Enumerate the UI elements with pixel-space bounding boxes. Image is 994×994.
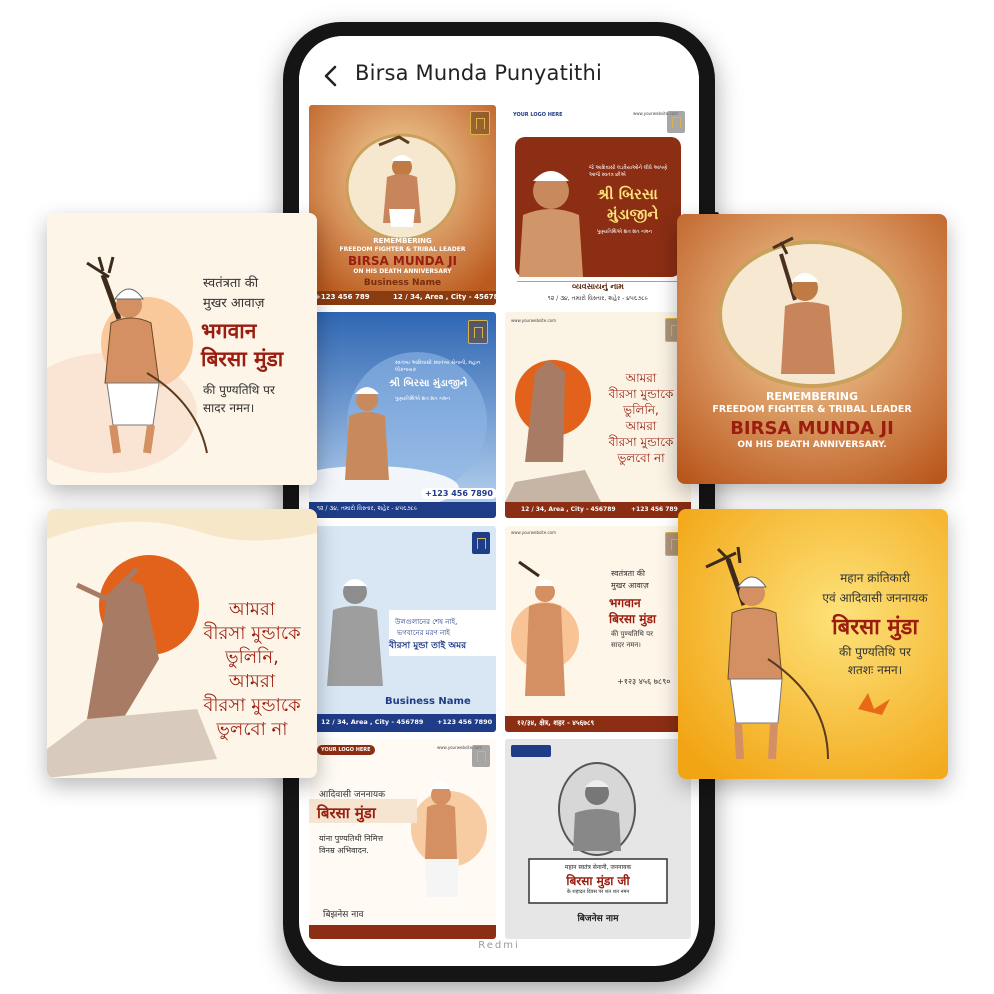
template-tile-8[interactable]: महान स्वतंत्र सेनानी, जननायक बिरसा मुंडा… — [505, 739, 691, 939]
tile-2-business: વ્યવસાયનું નામ — [572, 282, 624, 291]
tile-1-name: BIRSA MUNDA JI — [347, 254, 458, 268]
featured-card-2[interactable]: REMEMBERING FREEDOM FIGHTER & TRIBAL LEA… — [677, 214, 947, 484]
bookmark-icon[interactable] — [667, 111, 685, 133]
tile-6-line1: स्वतंत्रता की — [611, 569, 645, 578]
tile-6-address: १२/३४, क्षेत्र, शहर - ४५६७८९ — [517, 719, 595, 727]
tile-4-line6: ভুলবো না — [617, 451, 665, 465]
card-1-line3: भगवान — [201, 319, 257, 343]
tile-1-line2: FREEDOM FIGHTER & TRIBAL LEADER — [339, 246, 466, 253]
tile-8-artwork — [505, 739, 691, 939]
tile-7-business: बिझनेस नाव — [323, 910, 364, 920]
tile-8-line1: महान स्वतंत्र सेनानी, जननायक — [564, 864, 632, 871]
card-4-line5: शतशः नमन। — [847, 663, 903, 677]
tile-3-tribute: પુણ્યતિથિએ શત શત નમન — [395, 396, 451, 402]
template-tile-5[interactable]: উলগুলানের শেষ নাই, ভগবানের মরণ নাই বীরসা… — [309, 526, 496, 732]
template-tile-2[interactable]: YOUR LOGO HERE www.yourwebsite.com જે આદ… — [505, 105, 691, 305]
tile-5-phone: +123 456 7890 — [437, 718, 493, 726]
tile-6-line5: की पुण्यतिथि पर — [611, 630, 653, 638]
template-tile-3[interactable]: સ્વતંત્ર્ય આદિવાસી સ્વાતંત્ર્ય સેનાની, મ… — [309, 312, 496, 518]
tile-7-line4: विनम्र अभिवादन. — [319, 846, 369, 855]
tile-6-website: www.yourwebsite.com — [511, 530, 557, 535]
tile-7-line2: बिरसा मुंडा — [317, 804, 376, 822]
tile-6-line3: भगवान — [609, 596, 641, 610]
tile-8-business: बिजनेस नाम — [577, 914, 619, 924]
card-4-line4: की पुण्यतिथि पर — [839, 645, 911, 659]
bookmark-icon[interactable] — [470, 111, 490, 135]
featured-card-3[interactable]: আমরা বীরসা মুন্ডাকে ভুলিনি, আমরা বীরসা ম… — [47, 509, 317, 778]
tile-6-line2: मुखर आवाज़ — [611, 581, 649, 590]
tile-1-line3: ON HIS DEATH ANNIVERSARY — [353, 268, 452, 275]
tile-7-logo: YOUR LOGO HERE — [317, 745, 375, 755]
card-2-line1: REMEMBERING — [765, 390, 859, 403]
tile-2-address: ૧૨ / ૩૪, તમારો વિસ્તાર, શહેર - ૪૫૬૭૮૯ — [547, 295, 649, 302]
featured-card-4[interactable]: महान क्रांतिकारी एवं आदिवासी जननायक बिरस… — [678, 509, 948, 779]
bookmark-icon[interactable] — [511, 745, 551, 757]
tile-2-logo: YOUR LOGO HERE — [513, 112, 563, 118]
template-tile-6[interactable]: www.yourwebsite.com स्वतंत्रता की मुखर आ… — [505, 526, 691, 732]
app-header: Birsa Munda Punyatithi — [299, 36, 699, 106]
phone-frame: Birsa Munda Punyatithi REMEMBERING FREED… — [283, 22, 719, 982]
back-arrow-icon[interactable] — [321, 64, 341, 88]
template-tile-4[interactable]: www.yourwebsite.com আমরা বীরসা মুন্ডাকে … — [505, 312, 691, 518]
tile-6-artwork — [505, 526, 691, 732]
card-1-line1: स्वतंत्रता की — [203, 276, 259, 291]
tile-2-artwork — [515, 137, 681, 282]
tile-1-line1: REMEMBERING — [373, 237, 432, 245]
bookmark-icon[interactable] — [468, 320, 488, 344]
template-tile-7[interactable]: YOUR LOGO HERE www.yourwebsite.com आदिवा… — [309, 739, 496, 939]
tile-3-intro: સ્વતંત્ર્ય આદિવાસી સ્વાતંત્ર્ય સેનાની, મ… — [395, 360, 481, 373]
tile-2-name2: મુંડાજીને — [607, 205, 659, 223]
tile-1-address: 12 / 34, Area , City - 456789 — [393, 293, 496, 301]
tile-5-address: 12 / 34, Area , City - 456789 — [321, 718, 424, 726]
featured-card-1[interactable]: स्वतंत्रता की मुखर आवाज़ भगवान बिरसा मुं… — [47, 213, 317, 485]
card-1-line5: की पुण्यतिथि पर — [203, 383, 275, 397]
tile-4-website: www.yourwebsite.com — [511, 318, 557, 323]
bookmark-icon[interactable] — [472, 532, 490, 554]
tile-6-phone: +१२३ ४५६ ७८९० — [617, 677, 671, 686]
card-1-line6: सादर नमन। — [203, 401, 255, 415]
phone-screen: Birsa Munda Punyatithi REMEMBERING FREED… — [299, 36, 699, 966]
template-tile-1[interactable]: REMEMBERING FREEDOM FIGHTER & TRIBAL LEA… — [309, 105, 496, 305]
tile-3-address: ૧૨ / ૩૪, તમારો વિસ્તાર, શહેર - ૪૫૬૭૮૯ — [317, 505, 418, 512]
card-4-line3: बिरसा मुंडा — [831, 615, 919, 640]
tile-4-phone: +123 456 789 — [631, 506, 678, 513]
card-3-line6: ভুলবো না — [216, 719, 288, 740]
phone-brand-label: Redmi — [478, 940, 520, 951]
card-1-line4: बिरसा मुंडा — [201, 347, 284, 371]
tile-8-line3: के शहादत दिवस पर शत शत नमन — [566, 889, 630, 895]
tile-5-line3: বীরসা মুন্ডা তাই অমর — [389, 641, 467, 651]
card-2-name: BIRSA MUNDA JI — [730, 418, 894, 439]
tile-1-business: Business Name — [363, 278, 442, 288]
tile-6-line4: बिरसा मुंडा — [609, 612, 656, 626]
tile-2-intro: જે આદિવાસી લડવૈયાઓને લીધે આપણે આજે સ્વતં… — [589, 165, 668, 178]
card-4-line2: एवं आदिवासी जननायक — [822, 591, 928, 605]
tile-4-address: 12 / 34, Area , City - 456789 — [521, 506, 616, 513]
tile-5-business: Business Name — [385, 696, 471, 707]
card-2-line2: FREEDOM FIGHTER & TRIBAL LEADER — [712, 404, 912, 415]
tile-1-artwork — [309, 105, 496, 305]
tile-3-phone: +123 456 7890 — [421, 488, 496, 499]
tile-7-line3: यांना पुण्यतिथी निमित्त — [319, 834, 384, 843]
page-title: Birsa Munda Punyatithi — [355, 61, 603, 85]
tile-6-line6: सादर नमन। — [611, 641, 641, 649]
tile-1-phone: +123 456 789 — [315, 293, 370, 301]
card-1-line2: मुखर आवाज़ — [203, 296, 265, 311]
card-4-line1: महान क्रांतिकारी — [840, 571, 910, 585]
tile-2-name1: શ્રી બિરસા — [597, 185, 658, 203]
tile-7-line1: आदिवासी जननायक — [319, 790, 386, 800]
tile-3-name: શ્રી બિરસા મુંડાજીને — [389, 378, 468, 389]
card-2-line3: ON HIS DEATH ANNIVERSARY. — [737, 440, 887, 450]
bookmark-icon[interactable] — [472, 745, 490, 767]
tile-2-tribute: પુણ્યતિથિએ શત શત નમન — [597, 229, 653, 235]
tile-8-line2: बिरसा मुंडा जी — [566, 874, 630, 888]
